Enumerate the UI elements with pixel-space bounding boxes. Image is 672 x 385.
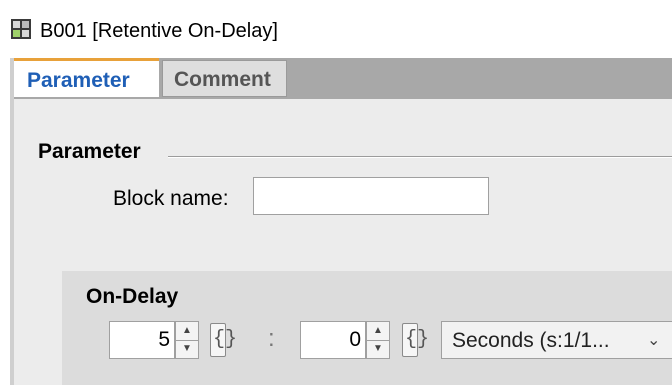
brackets-icon: {} bbox=[213, 328, 238, 351]
tab-parameter[interactable]: Parameter bbox=[14, 58, 159, 97]
tab-comment[interactable]: Comment bbox=[162, 60, 287, 97]
first-value-spinner[interactable]: ▲ ▼ bbox=[175, 321, 199, 359]
spin-down-icon[interactable]: ▼ bbox=[176, 340, 198, 358]
logo-block-icon bbox=[11, 19, 31, 39]
first-param-reference-button[interactable]: {} bbox=[210, 323, 237, 357]
parameter-group-label: Parameter bbox=[38, 140, 141, 163]
on-delay-second-input[interactable] bbox=[300, 321, 366, 359]
block-name-input[interactable] bbox=[253, 177, 489, 215]
group-divider bbox=[168, 156, 672, 158]
spin-up-icon[interactable]: ▲ bbox=[367, 322, 389, 341]
block-name-label: Block name: bbox=[113, 187, 229, 210]
chevron-down-icon: ⌄ bbox=[647, 332, 661, 349]
time-unit-select[interactable]: Seconds (s:1/1... ⌄ bbox=[441, 321, 672, 359]
second-value-spinner[interactable]: ▲ ▼ bbox=[366, 321, 390, 359]
on-delay-first-input[interactable] bbox=[109, 321, 175, 359]
spin-down-icon[interactable]: ▼ bbox=[367, 340, 389, 358]
spin-up-icon[interactable]: ▲ bbox=[176, 322, 198, 341]
window-title: B001 [Retentive On-Delay] bbox=[40, 20, 278, 42]
window-titlebar: B001 [Retentive On-Delay] bbox=[0, 0, 672, 58]
time-separator: : bbox=[268, 325, 275, 352]
second-param-reference-button[interactable]: {} bbox=[402, 323, 429, 357]
on-delay-label: On-Delay bbox=[86, 285, 179, 308]
brackets-icon: {} bbox=[405, 328, 430, 351]
time-unit-selected: Seconds (s:1/1... bbox=[452, 329, 610, 352]
